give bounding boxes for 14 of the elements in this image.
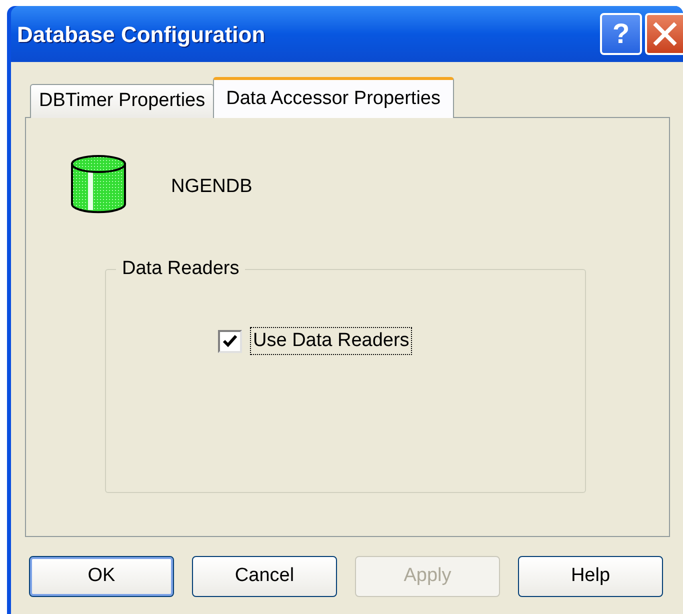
checkmark-icon (222, 334, 238, 348)
tab[interactable]: DBTimer Properties (30, 84, 214, 118)
checkbox[interactable] (218, 330, 242, 352)
tab[interactable]: Data Accessor Properties (213, 77, 454, 118)
close-icon (652, 21, 678, 47)
close-button[interactable] (645, 13, 683, 55)
dialog-button[interactable]: Cancel (192, 556, 337, 597)
dialog-button[interactable]: OK (29, 556, 174, 597)
dialog-button[interactable]: Help (518, 556, 663, 597)
checkbox-label[interactable]: Use Data Readers (250, 327, 412, 355)
help-button[interactable]: ? (600, 13, 642, 55)
window-title: Database Configuration (17, 20, 266, 49)
database-name: NGENDB (171, 174, 252, 199)
database-icon (70, 154, 127, 214)
